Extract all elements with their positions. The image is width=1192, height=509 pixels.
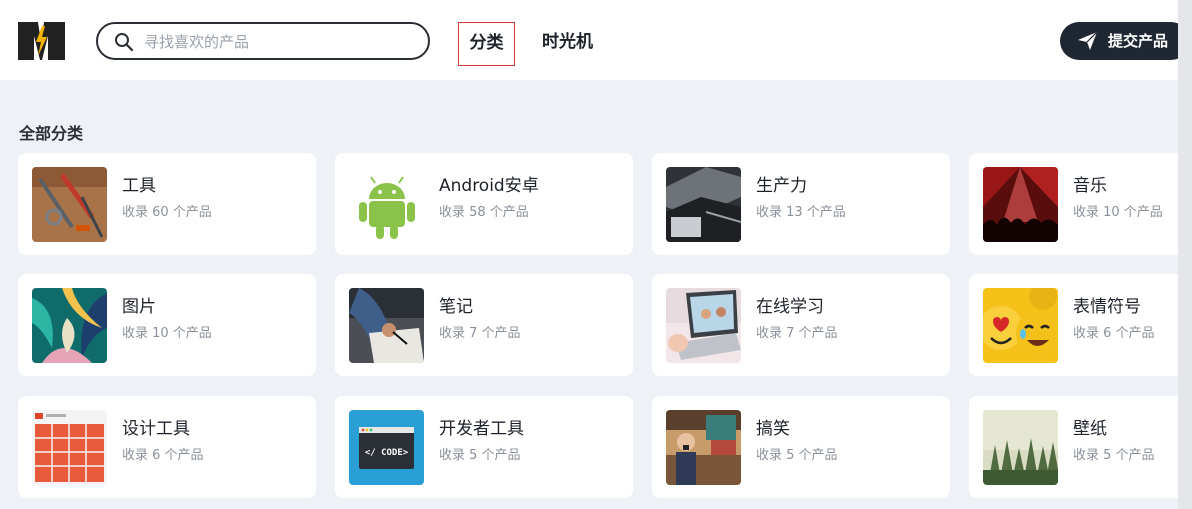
category-card-wallpaper[interactable]: 壁纸 收录 5 个产品 (969, 396, 1178, 498)
category-name: 设计工具 (122, 419, 190, 439)
nav-category[interactable]: 分类 (458, 22, 515, 66)
category-thumbnail (349, 288, 424, 363)
category-count: 收录 10 个产品 (1073, 205, 1163, 220)
category-card-developer-tools[interactable]: </ CODE> 开发者工具 收录 5 个产品 (335, 396, 633, 498)
category-name: 壁纸 (1073, 419, 1107, 439)
category-name: 工具 (122, 176, 156, 196)
category-name: 音乐 (1073, 176, 1107, 196)
category-count: 收录 5 个产品 (756, 448, 838, 463)
section-title: 全部分类 (19, 124, 84, 143)
category-count: 收录 60 个产品 (122, 205, 212, 220)
category-card-productivity[interactable]: 生产力 收录 13 个产品 (652, 153, 950, 255)
category-count: 收录 6 个产品 (122, 448, 204, 463)
logo[interactable] (18, 22, 65, 60)
nav-time-machine[interactable]: 时光机 (542, 22, 593, 66)
category-count: 收录 7 个产品 (756, 326, 838, 341)
category-card-notes[interactable]: 笔记 收录 7 个产品 (335, 274, 633, 376)
category-count: 收录 6 个产品 (1073, 326, 1155, 341)
category-count: 收录 13 个产品 (756, 205, 846, 220)
category-thumbnail (666, 410, 741, 485)
code-label: </ CODE> (365, 448, 409, 458)
category-name: 搞笑 (756, 419, 790, 439)
category-thumbnail (983, 288, 1058, 363)
category-thumbnail (32, 288, 107, 363)
category-name: 生产力 (756, 176, 807, 196)
submit-product-button[interactable]: 提交产品 (1060, 22, 1178, 60)
category-count: 收录 58 个产品 (439, 205, 529, 220)
submit-product-label: 提交产品 (1108, 32, 1169, 50)
category-card-online-learning[interactable]: 在线学习 收录 7 个产品 (652, 274, 950, 376)
category-card-music[interactable]: 音乐 收录 10 个产品 (969, 153, 1178, 255)
category-thumbnail (666, 167, 741, 242)
category-name: 表情符号 (1073, 297, 1141, 317)
category-thumbnail (983, 167, 1058, 242)
category-thumbnail (32, 167, 107, 242)
category-name: 在线学习 (756, 297, 824, 317)
category-count: 收录 5 个产品 (439, 448, 521, 463)
category-name: 开发者工具 (439, 419, 524, 439)
top-bar: 分类 时光机 提交产品 (0, 0, 1178, 80)
scrollbar[interactable] (1178, 0, 1192, 509)
page: 分类 时光机 提交产品 全部分类 工具 收录 60 个产品 (0, 0, 1178, 509)
category-name: 图片 (122, 297, 156, 317)
category-thumbnail (983, 410, 1058, 485)
category-card-android[interactable]: Android安卓 收录 58 个产品 (335, 153, 633, 255)
category-count: 收录 5 个产品 (1073, 448, 1155, 463)
search-icon (115, 33, 134, 52)
category-count: 收录 10 个产品 (122, 326, 212, 341)
category-name: 笔记 (439, 297, 473, 317)
category-card-funny[interactable]: 搞笑 收录 5 个产品 (652, 396, 950, 498)
category-card-emoji[interactable]: 表情符号 收录 6 个产品 (969, 274, 1178, 376)
category-thumbnail (666, 288, 741, 363)
send-icon (1078, 32, 1097, 50)
category-card-tools[interactable]: 工具 收录 60 个产品 (18, 153, 316, 255)
search-box[interactable] (96, 22, 430, 60)
category-thumbnail: </ CODE> (349, 410, 424, 485)
category-count: 收录 7 个产品 (439, 326, 521, 341)
category-thumbnail (349, 167, 424, 242)
category-card-pictures[interactable]: 图片 收录 10 个产品 (18, 274, 316, 376)
category-name: Android安卓 (439, 176, 539, 196)
category-thumbnail (32, 410, 107, 485)
category-card-design-tools[interactable]: 设计工具 收录 6 个产品 (18, 396, 316, 498)
search-input[interactable] (144, 31, 414, 53)
